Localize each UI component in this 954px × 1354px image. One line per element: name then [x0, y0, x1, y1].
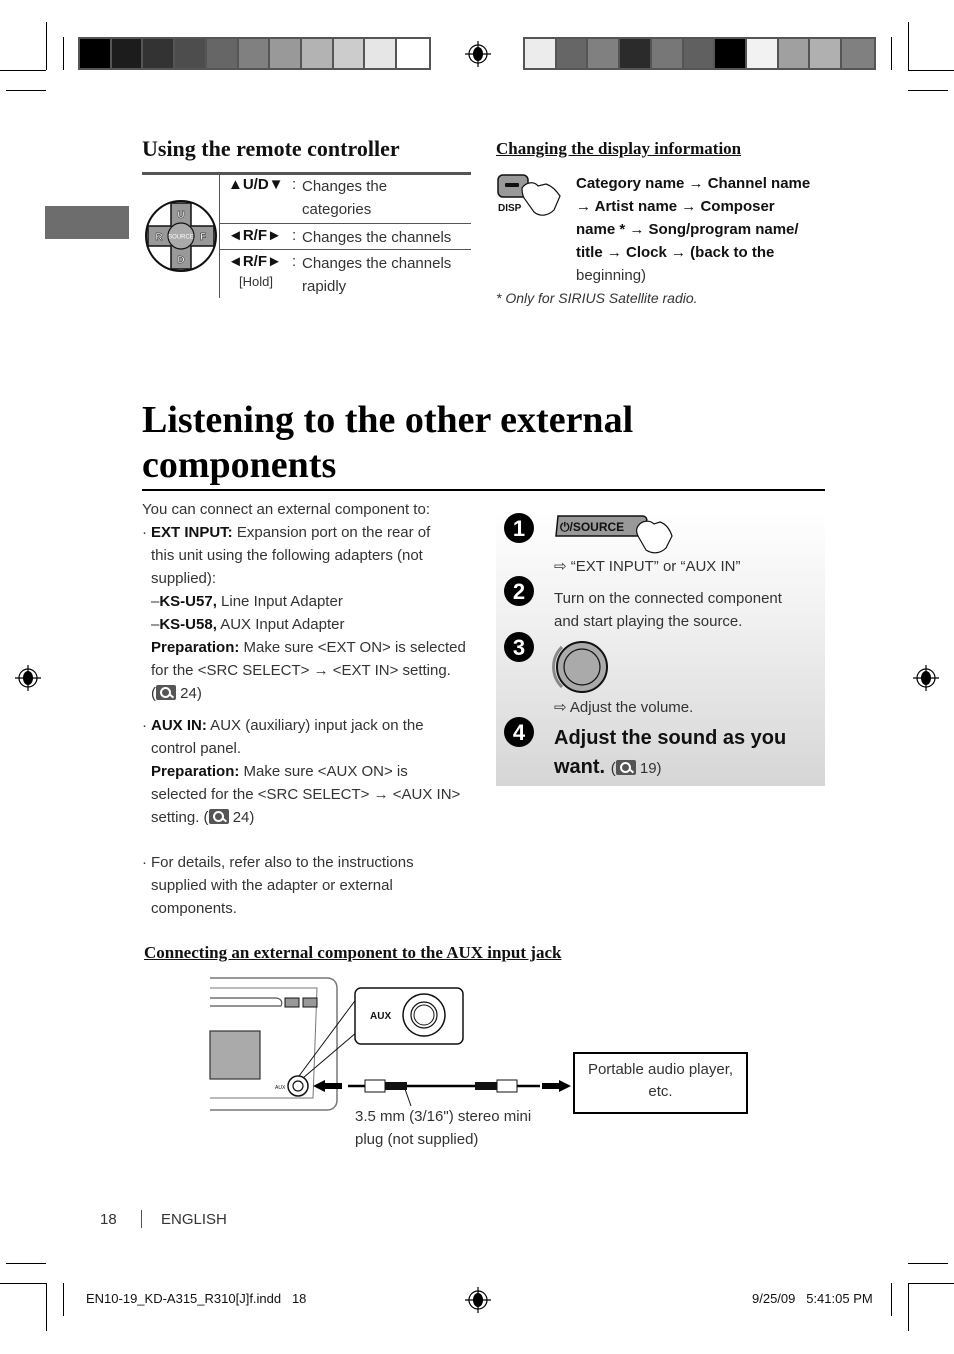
disp-label: DISP — [498, 203, 522, 214]
plug-caption: 3.5 mm (3/16") stereo mini plug (not sup… — [355, 1108, 532, 1148]
color-swatch — [111, 39, 144, 68]
aux-callout-label: AUX — [370, 1011, 391, 1022]
remote-dpad-cell: SOURCE U D R F — [142, 173, 220, 298]
step4-text: Adjust the sound as you want. ( 19) — [554, 727, 787, 778]
crop-mark — [908, 22, 909, 70]
step3-result: ⇨ Adjust the volume. — [554, 699, 694, 716]
color-swatch — [620, 39, 652, 68]
step2-text: Turn on the connected component and star… — [554, 590, 782, 630]
aux-in-item: · AUX IN: AUX (auxiliary) input jack on … — [142, 717, 461, 826]
remote-table: SOURCE U D R F ▲U/D▼ : Changes the catego… — [142, 172, 471, 298]
footer-divider — [141, 1210, 142, 1228]
display-section-title: Changing the display information — [496, 139, 742, 158]
page-title: Listening to the other external componen… — [142, 399, 634, 486]
color-swatch — [715, 39, 748, 68]
crop-mark — [46, 1283, 47, 1331]
color-swatch — [206, 39, 239, 68]
crop-mark — [891, 37, 892, 70]
footer-language: ENGLISH — [161, 1211, 227, 1228]
color-swatch — [270, 39, 303, 68]
connection-section-title: Connecting an external component to the … — [144, 943, 562, 962]
display-footnote: * Only for SIRIUS Satellite radio. — [496, 290, 698, 306]
color-swatch — [333, 39, 366, 68]
file-name: EN10-19_KD-A315_R310[J]f.indd 18 — [86, 1291, 307, 1306]
step1-result: ⇨ “EXT INPUT” or “AUX IN” — [554, 558, 741, 575]
registration-mark-icon — [15, 665, 41, 691]
remote-section-title: Using the remote controller — [142, 136, 400, 161]
svg-text:R: R — [155, 232, 163, 243]
step-number: 3 — [504, 632, 534, 662]
ext-input-item: · EXT INPUT: Expansion port on the rear … — [142, 524, 466, 702]
color-swatch — [525, 39, 557, 68]
page-reference-icon — [208, 809, 229, 824]
color-calibration-bar-left — [78, 37, 431, 70]
page-reference: 24 — [180, 685, 197, 702]
color-swatch — [842, 39, 874, 68]
step-number: 2 — [504, 576, 534, 606]
crop-mark — [908, 90, 948, 91]
page-reference: 19 — [639, 760, 657, 777]
external-component-description: You can connect an external component to… — [142, 498, 477, 920]
remote-dpad-icon: SOURCE U D R F — [145, 200, 217, 272]
crop-mark — [63, 37, 64, 70]
remote-row-updown: ▲U/D▼ : Changes the categories — [220, 173, 471, 224]
color-swatch — [747, 39, 779, 68]
portable-audio-player-box: Portable audio player, etc. — [573, 1052, 748, 1114]
crop-mark — [6, 1263, 46, 1264]
color-swatch — [143, 39, 176, 68]
page-reference: 24 — [232, 809, 250, 826]
color-swatch — [778, 39, 811, 68]
color-swatch — [80, 39, 112, 68]
color-swatch — [556, 39, 589, 68]
crop-mark — [908, 70, 954, 71]
crop-mark — [63, 1283, 64, 1316]
remote-row-rf: ◄R/F► : Changes the channels — [220, 224, 471, 250]
crop-mark — [46, 22, 47, 70]
title-rule — [142, 489, 825, 491]
page-reference-icon — [156, 685, 176, 700]
crop-mark — [908, 1263, 948, 1264]
color-swatch — [651, 39, 684, 68]
dpad-source-label: SOURCE — [168, 235, 194, 241]
color-swatch — [588, 39, 621, 68]
color-swatch — [175, 39, 207, 68]
color-swatch — [810, 39, 843, 68]
source-button-label: ⏻/SOURCE — [560, 520, 624, 534]
color-swatch — [238, 39, 271, 68]
svg-text:D: D — [177, 255, 184, 266]
display-sequence: Category name → Channel name → Artist na… — [576, 175, 811, 284]
registration-mark-icon — [913, 665, 939, 691]
crop-mark — [6, 90, 46, 91]
page-number: 18 — [100, 1211, 117, 1228]
svg-text:F: F — [200, 232, 206, 243]
registration-mark-icon — [465, 1287, 491, 1313]
remote-key: ◄R/F► — [228, 227, 282, 244]
remote-row-rf-hold: ◄R/F► [Hold] : Changes the channels rapid… — [228, 253, 452, 295]
print-timestamp: 9/25/09 5:41:05 PM — [752, 1291, 873, 1306]
color-calibration-bar-right — [523, 37, 876, 70]
source-button-press-icon: ⏻/SOURCE — [555, 515, 673, 554]
details-note: · For details, refer also to the instruc… — [142, 854, 414, 917]
color-swatch — [302, 39, 334, 68]
section-tab-marker — [45, 206, 129, 239]
crop-mark — [0, 1283, 46, 1284]
remote-key: ▲U/D▼ — [228, 176, 284, 193]
crop-mark — [908, 1283, 909, 1331]
step-number: 1 — [504, 513, 534, 543]
crop-mark — [908, 1283, 954, 1284]
registration-mark-icon — [465, 41, 491, 67]
color-swatch — [683, 39, 716, 68]
volume-knob-icon — [552, 641, 608, 693]
step-number: 4 — [504, 717, 534, 747]
color-swatch — [397, 39, 429, 68]
aux-small-label: AUX — [275, 1085, 286, 1091]
remote-key: ◄R/F► — [228, 253, 282, 270]
page-reference-icon — [615, 760, 636, 775]
crop-mark — [0, 70, 46, 71]
crop-mark — [891, 1283, 892, 1316]
svg-text:U: U — [177, 210, 184, 221]
color-swatch — [365, 39, 398, 68]
aux-connection-diagram: AUX AUX — [209, 977, 571, 1111]
disp-button-press-icon: DISP — [497, 174, 561, 216]
